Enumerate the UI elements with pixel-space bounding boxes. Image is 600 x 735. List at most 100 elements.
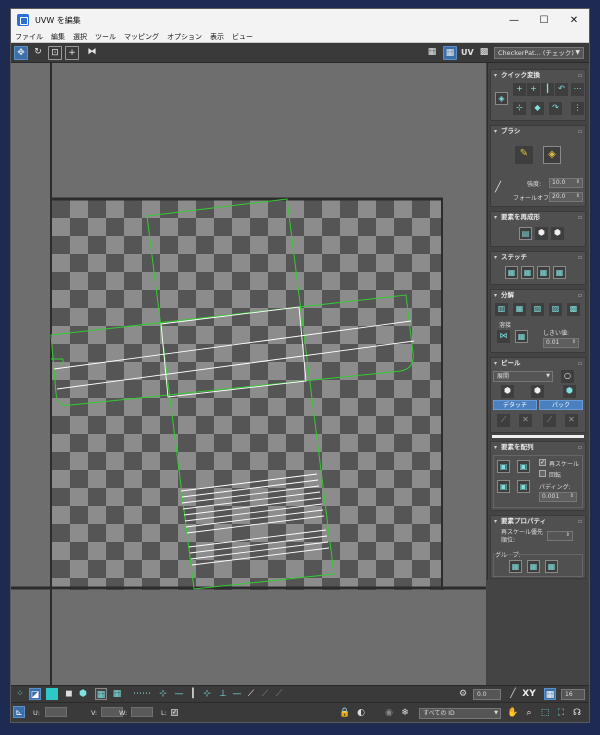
stitch-to-source-icon[interactable]: ▦: [537, 266, 550, 279]
pack-button[interactable]: パック: [539, 400, 583, 410]
weld-selected-icon[interactable]: ⋈: [497, 330, 510, 343]
menu-options[interactable]: オプション: [167, 32, 202, 42]
show-map-icon[interactable]: ▦: [443, 46, 457, 60]
freeze-icon[interactable]: ❄: [399, 707, 411, 719]
ungroup-selected-icon[interactable]: ▦: [527, 560, 540, 573]
relax-brush-icon[interactable]: ◈: [543, 146, 561, 164]
group-selected-icon[interactable]: ▦: [509, 560, 522, 573]
peel-reset-icon[interactable]: ○: [561, 370, 574, 383]
lock-checkbox[interactable]: ✓: [171, 709, 178, 716]
element-mode-icon[interactable]: ◼: [63, 688, 75, 700]
texture-dropdown[interactable]: CheckerPat... (チェック) ▼: [494, 47, 584, 59]
rotate-icon[interactable]: ↻: [31, 46, 45, 60]
grid-snap-icon[interactable]: ▦: [544, 688, 556, 700]
polygon-mode-icon[interactable]: [46, 688, 58, 700]
loop-select-icon[interactable]: ⋯⋯: [127, 688, 157, 700]
paint-move-icon[interactable]: ✎: [515, 146, 533, 164]
maximize-button[interactable]: ☐: [529, 9, 559, 31]
brush-icon[interactable]: ⟋: [245, 688, 257, 700]
menu-tools[interactable]: ツール: [95, 32, 116, 42]
rotate-checkbox[interactable]: [539, 470, 546, 477]
grow-selection-icon[interactable]: ▦: [111, 688, 123, 700]
stitch-custom-icon[interactable]: ▦: [553, 266, 566, 279]
edge-loop-icon[interactable]: —: [231, 688, 243, 700]
break-icon[interactable]: ▥: [495, 303, 508, 316]
magnet-icon[interactable]: ⟋: [273, 688, 285, 700]
rotate-cw-icon[interactable]: ↷: [549, 102, 562, 115]
menu-file[interactable]: ファイル: [15, 32, 43, 42]
rotate-ccw-icon[interactable]: ↶: [555, 83, 568, 96]
relax-custom-icon[interactable]: ⬢: [551, 227, 564, 240]
freeform-icon[interactable]: +: [65, 46, 79, 60]
show-icon[interactable]: ◉: [383, 707, 395, 719]
hide-icon[interactable]: ◐: [355, 707, 367, 719]
select-group-icon[interactable]: ▦: [545, 560, 558, 573]
angle-snap-icon[interactable]: ⚙: [457, 688, 469, 700]
menu-select[interactable]: 選択: [73, 32, 87, 42]
menu-mapping[interactable]: マッピング: [124, 32, 159, 42]
pack-together-icon[interactable]: ▣: [517, 460, 530, 473]
space-icon[interactable]: ⋯: [571, 83, 584, 96]
section-header[interactable]: 要素を再成形 ▫: [491, 212, 585, 223]
select-pinned-icon[interactable]: ✕: [565, 414, 578, 427]
section-header[interactable]: クイック変換 ▫: [491, 70, 585, 81]
detach-edge-icon[interactable]: ▦: [513, 303, 526, 316]
vertex-mode-icon[interactable]: ⁘: [14, 688, 26, 700]
uv-canvas[interactable]: [11, 63, 486, 685]
flatten-by-material-icon[interactable]: ▩: [567, 303, 580, 316]
snap-value-field[interactable]: 0.0: [473, 689, 501, 700]
id-filter-dropdown[interactable]: すべての ID ▼: [419, 708, 501, 719]
reset-peel-icon[interactable]: ⬢: [563, 385, 576, 398]
section-header[interactable]: 分解 ▫: [491, 290, 585, 301]
snap-toggle-icon[interactable]: ☊: [571, 707, 583, 719]
w-field[interactable]: [131, 707, 153, 717]
pack-custom-icon[interactable]: ▣: [497, 460, 510, 473]
scale-icon[interactable]: ⊡: [48, 46, 62, 60]
element-select-icon[interactable]: ⬢: [77, 688, 89, 700]
pin-points-icon[interactable]: ⟋: [497, 414, 510, 427]
grid-value-field[interactable]: 16: [561, 689, 585, 700]
checker-toggle-icon[interactable]: ▦: [425, 46, 439, 60]
rescale-checkbox[interactable]: ✓: [539, 459, 546, 466]
align-vertical-icon[interactable]: +: [527, 83, 540, 96]
menu-view[interactable]: ビュー: [232, 32, 253, 42]
lock-selection-icon[interactable]: 🔒: [339, 707, 351, 719]
space-vertical-icon[interactable]: ⋮: [571, 102, 584, 115]
align-horizontal-icon[interactable]: +: [513, 83, 526, 96]
flatten-by-smoothing-icon[interactable]: ▨: [549, 303, 562, 316]
zoom-icon[interactable]: ⌕: [523, 707, 535, 719]
ring-shrink-icon[interactable]: —: [173, 688, 185, 700]
zoom-extents-icon[interactable]: ⛶: [555, 707, 567, 719]
xy-toggle[interactable]: XY: [521, 688, 537, 700]
section-header[interactable]: ピール ▫: [491, 358, 585, 369]
menu-display[interactable]: 表示: [210, 32, 224, 42]
falloff-curve-icon[interactable]: ╱: [495, 182, 501, 193]
pack-normalize-icon[interactable]: ▣: [497, 480, 510, 493]
peel-mode-dropdown[interactable]: 展開 ▼: [493, 371, 553, 382]
strength-spinner[interactable]: 10.0 ⇕: [549, 178, 583, 188]
weld-target-icon[interactable]: ▦: [515, 330, 528, 343]
rescale-priority-spinner[interactable]: ⇕: [547, 531, 573, 541]
align-to-edge-icon[interactable]: ⊹: [513, 102, 526, 115]
set-pivot-icon[interactable]: ◈: [495, 92, 508, 105]
quick-peel-icon[interactable]: ⬢: [501, 385, 514, 398]
select-by-element-icon[interactable]: ▦: [95, 688, 107, 700]
auto-pin-icon[interactable]: ⟋: [543, 414, 556, 427]
relax-until-flat-icon[interactable]: ⬢: [535, 227, 548, 240]
menu-edit[interactable]: 編集: [51, 32, 65, 42]
stitch-average-icon[interactable]: ▦: [521, 266, 534, 279]
ring-grow-icon[interactable]: ⊹: [157, 688, 169, 700]
pan-icon[interactable]: ✋: [507, 707, 519, 719]
peel-mode-icon[interactable]: ⬢: [531, 385, 544, 398]
falloff-spinner[interactable]: 20.0 ⇕: [549, 192, 583, 202]
detach-button[interactable]: デタッチ: [493, 400, 537, 410]
zoom-region-icon[interactable]: ⬚: [539, 707, 551, 719]
stitch-to-target-icon[interactable]: ▦: [505, 266, 518, 279]
u-field[interactable]: [45, 707, 67, 717]
flatten-by-polygon-icon[interactable]: ▧: [531, 303, 544, 316]
uv-viewport[interactable]: [11, 63, 486, 685]
section-header[interactable]: 要素を配列 ▫: [491, 442, 585, 453]
straighten-icon[interactable]: ◆: [531, 102, 544, 115]
move-icon[interactable]: ✥: [14, 46, 28, 60]
section-header[interactable]: 要素プロパティ ▫: [491, 516, 585, 527]
